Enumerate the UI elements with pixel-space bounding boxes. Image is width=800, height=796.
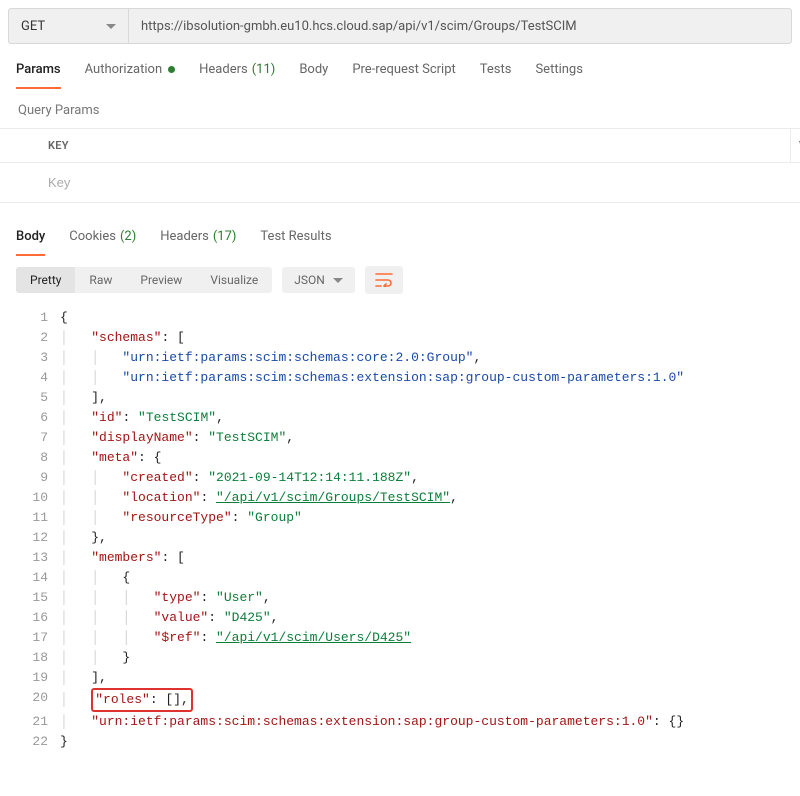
- line-number: 9: [0, 468, 60, 488]
- chevron-down-icon: [106, 24, 116, 29]
- view-pretty[interactable]: Pretty: [16, 267, 75, 293]
- line-number: 20: [0, 688, 60, 712]
- line-number: 2: [0, 328, 60, 348]
- request-tabs: Params Authorization Headers (11) Body P…: [0, 44, 800, 89]
- query-params-title: Query Params: [0, 89, 800, 128]
- line-number: 7: [0, 428, 60, 448]
- tab-prerequest[interactable]: Pre-request Script: [352, 62, 455, 89]
- line-number: 8: [0, 448, 60, 468]
- view-raw[interactable]: Raw: [75, 267, 126, 293]
- line-number: 17: [0, 628, 60, 648]
- resp-tab-cookies[interactable]: Cookies (2): [69, 229, 136, 256]
- view-preview[interactable]: Preview: [126, 267, 196, 293]
- tab-body[interactable]: Body: [299, 62, 328, 89]
- status-dot-icon: [168, 66, 175, 73]
- tab-headers[interactable]: Headers (11): [199, 62, 275, 89]
- resp-tab-headers[interactable]: Headers (17): [160, 229, 236, 256]
- chevron-down-icon: [333, 278, 343, 283]
- params-table-header: KEY V: [0, 128, 800, 163]
- line-number: 14: [0, 568, 60, 588]
- line-number: 15: [0, 588, 60, 608]
- line-number: 19: [0, 668, 60, 688]
- params-header-value: V: [790, 129, 800, 162]
- wrap-lines-icon: [375, 273, 393, 287]
- line-number: 16: [0, 608, 60, 628]
- request-url-text: https://ibsolution-gmbh.eu10.hcs.cloud.s…: [141, 19, 577, 34]
- tab-settings[interactable]: Settings: [535, 62, 582, 89]
- line-number: 10: [0, 488, 60, 508]
- view-visualize[interactable]: Visualize: [196, 267, 272, 293]
- line-number: 22: [0, 732, 60, 752]
- response-type-dropdown[interactable]: JSON: [282, 267, 355, 293]
- wrap-lines-button[interactable]: [365, 266, 403, 294]
- response-type-value: JSON: [294, 273, 325, 287]
- line-number: 21: [0, 712, 60, 732]
- line-number: 1: [0, 308, 60, 328]
- params-header-key: KEY: [0, 129, 790, 162]
- response-tabs: Body Cookies (2) Headers (17) Test Resul…: [0, 219, 800, 256]
- tab-authorization[interactable]: Authorization: [85, 62, 176, 89]
- line-number: 11: [0, 508, 60, 528]
- params-row: [0, 163, 800, 203]
- viewmode-bar: Pretty Raw Preview Visualize JSON: [0, 256, 800, 304]
- line-number: 18: [0, 648, 60, 668]
- http-method-value: GET: [21, 19, 45, 34]
- line-number: 12: [0, 528, 60, 548]
- tab-params[interactable]: Params: [16, 62, 61, 89]
- line-number: 4: [0, 368, 60, 388]
- resp-tab-body[interactable]: Body: [16, 229, 45, 256]
- request-bar: GET https://ibsolution-gmbh.eu10.hcs.clo…: [0, 0, 800, 44]
- viewmode-group: Pretty Raw Preview Visualize: [16, 267, 272, 293]
- request-url-input[interactable]: https://ibsolution-gmbh.eu10.hcs.cloud.s…: [128, 8, 792, 44]
- http-method-dropdown[interactable]: GET: [8, 8, 128, 44]
- line-number: 6: [0, 408, 60, 428]
- roles-highlight-box: "roles": [],: [91, 688, 193, 712]
- line-number: 5: [0, 388, 60, 408]
- line-number: 13: [0, 548, 60, 568]
- params-key-input[interactable]: [0, 163, 800, 202]
- tab-tests[interactable]: Tests: [480, 62, 512, 89]
- response-body-code[interactable]: 1{ 2│ "schemas": [ 3│ │ "urn:ietf:params…: [0, 304, 800, 772]
- resp-tab-testresults[interactable]: Test Results: [260, 229, 331, 256]
- line-number: 3: [0, 348, 60, 368]
